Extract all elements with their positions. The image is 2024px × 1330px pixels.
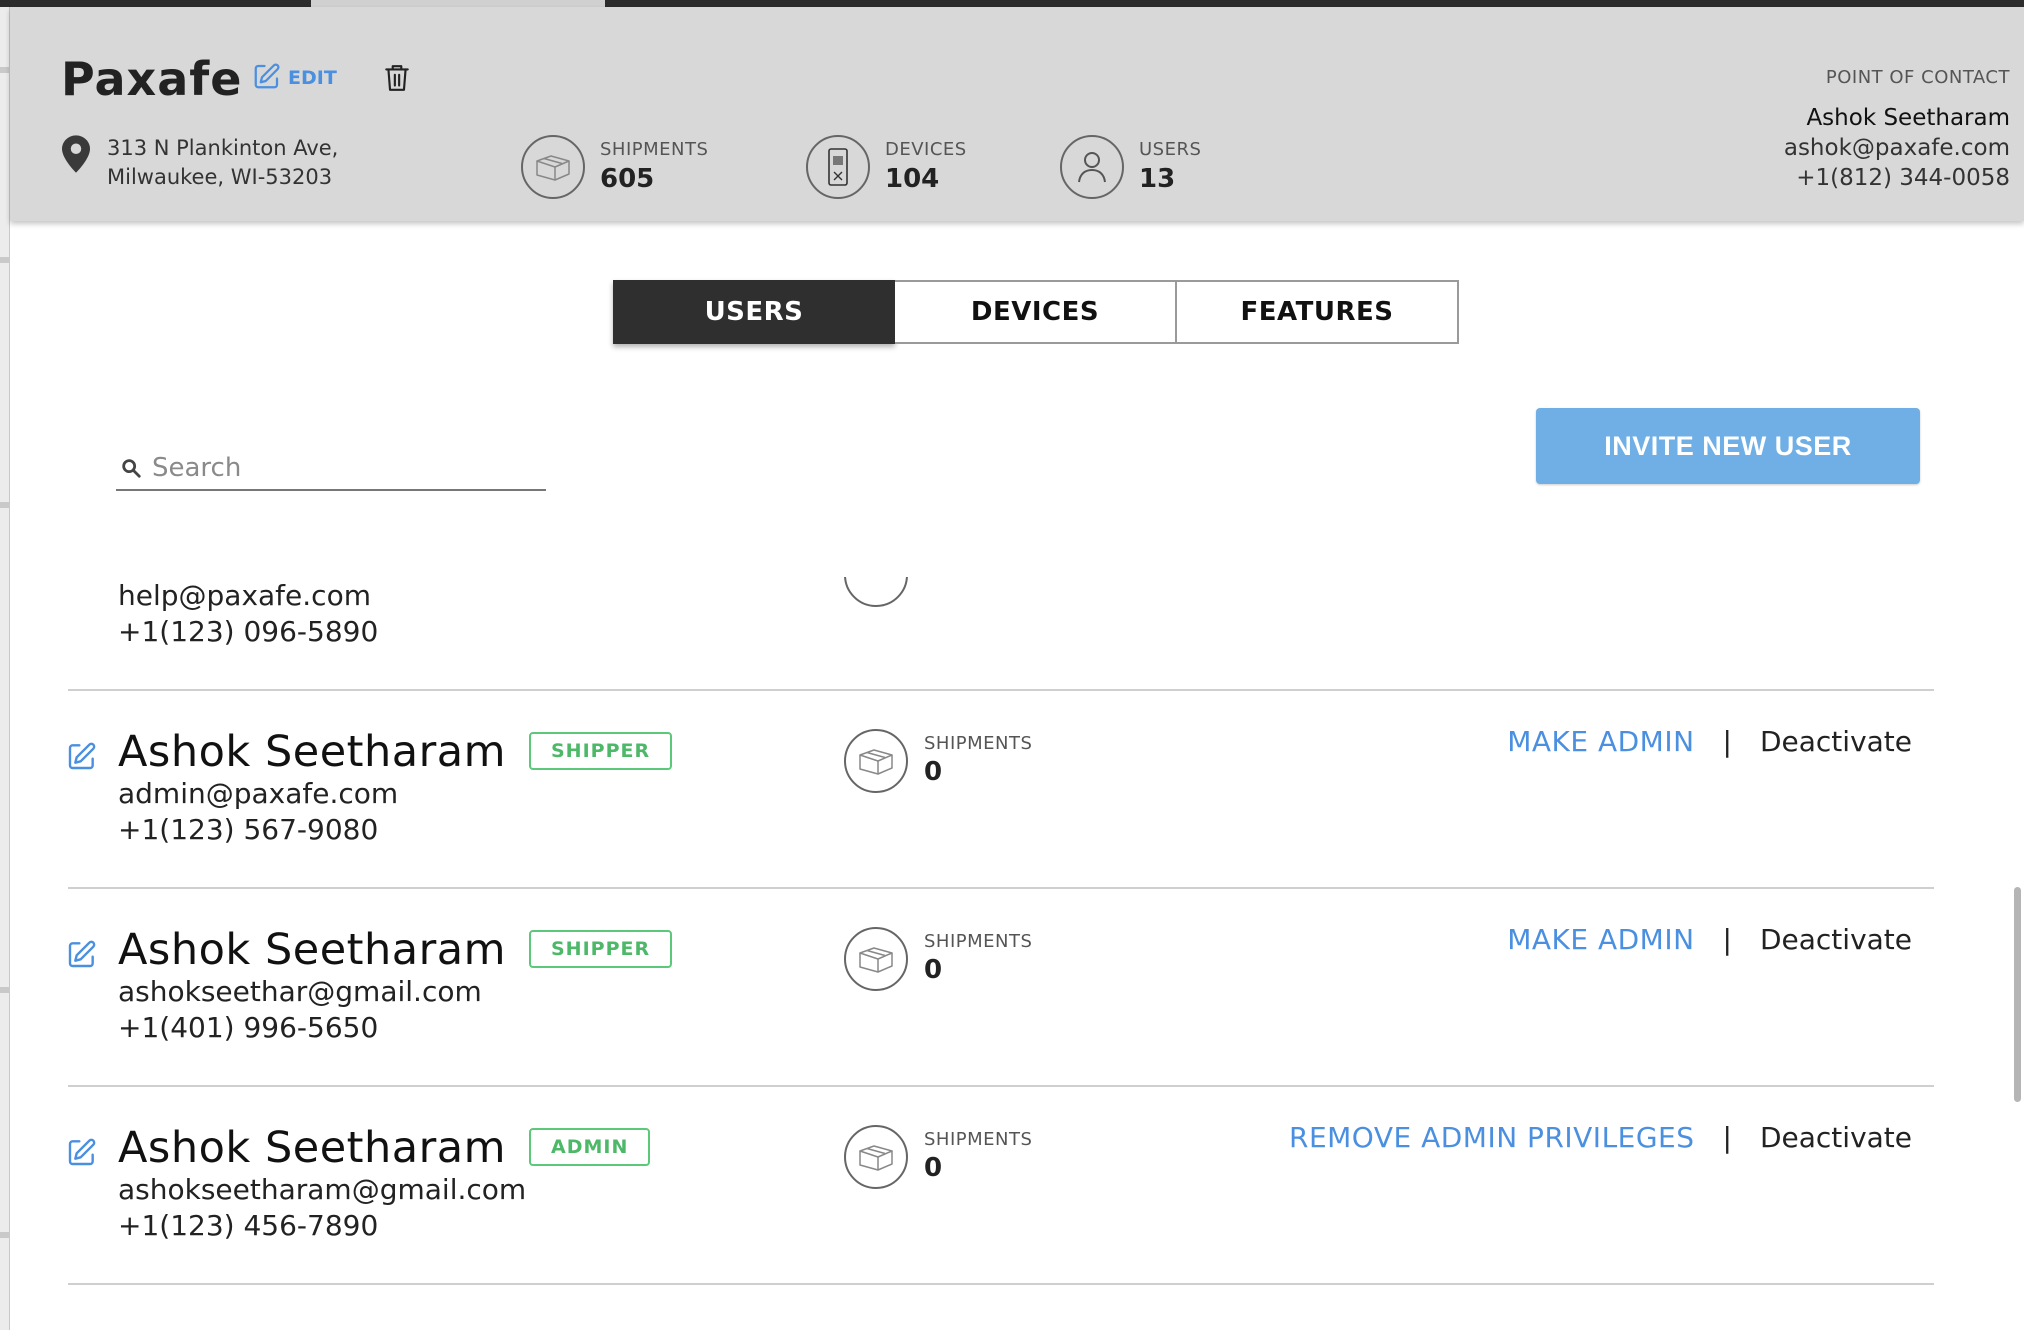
poc-phone: +1(812) 344-0058 xyxy=(1796,165,2010,191)
action-separator: | xyxy=(1722,1121,1732,1154)
edit-user-button[interactable] xyxy=(66,740,98,776)
user-phone: +1(123) 456-7890 xyxy=(118,1209,379,1242)
user-email: admin@paxafe.com xyxy=(118,777,399,810)
device-icon xyxy=(806,135,870,199)
tab-features[interactable]: FEATURES xyxy=(1177,280,1459,344)
user-actions: MAKE ADMIN | Deactivate xyxy=(1507,725,1912,758)
edge-tick xyxy=(0,987,10,993)
poc-name: Ashok Seetharam xyxy=(1806,105,2010,131)
search-input[interactable] xyxy=(152,453,532,483)
user-icon xyxy=(1060,135,1124,199)
stat-shipments: SHIPMENTS 605 xyxy=(521,135,708,199)
delete-organization-button[interactable] xyxy=(384,63,410,97)
user-phone: +1(123) 096-5890 xyxy=(118,615,379,648)
remove-admin-privileges-link[interactable]: REMOVE ADMIN PRIVILEGES xyxy=(1289,1121,1695,1154)
role-badge: ADMIN xyxy=(529,1128,651,1166)
row-divider xyxy=(68,689,1934,691)
deactivate-link[interactable]: Deactivate xyxy=(1760,725,1912,758)
user-phone: +1(123) 567-9080 xyxy=(118,813,379,846)
user-email: help@paxafe.com xyxy=(118,579,371,612)
user-email: ashokseetharam@gmail.com xyxy=(118,1173,527,1206)
edge-tick xyxy=(0,1232,10,1238)
list-item: help@paxafe.com +1(123) 096-5890 xyxy=(10,527,2024,690)
stat-label: SHIPMENTS xyxy=(600,139,709,160)
edit-user-button[interactable] xyxy=(66,1136,98,1172)
role-badge: SHIPPER xyxy=(529,732,673,770)
list-clip xyxy=(830,527,950,577)
package-icon xyxy=(844,729,908,793)
shipments-label: SHIPMENTS xyxy=(924,733,1033,754)
list-scrollbar[interactable] xyxy=(2014,887,2021,1102)
stat-value: 605 xyxy=(600,164,655,194)
shipments-count: 0 xyxy=(924,757,943,787)
user-actions: REMOVE ADMIN PRIVILEGES | Deactivate xyxy=(1289,1121,1912,1154)
action-separator: | xyxy=(1722,923,1732,956)
row-divider xyxy=(68,1283,1934,1285)
tab-devices[interactable]: DEVICES xyxy=(895,280,1177,344)
organization-address: 313 N Plankinton Ave, Milwaukee, WI-5320… xyxy=(107,134,338,192)
address-line-2: Milwaukee, WI-53203 xyxy=(107,165,333,189)
search-field xyxy=(116,447,546,491)
list-item: Ashok Seetharam SHIPPER ashokseethar@gma… xyxy=(10,887,2024,1086)
poc-title: POINT OF CONTACT xyxy=(1825,67,2010,88)
shipments-count: 0 xyxy=(924,1153,943,1183)
search-icon xyxy=(122,459,141,478)
row-divider xyxy=(68,1085,1934,1087)
browser-top-strip xyxy=(0,0,2024,7)
edge-tick xyxy=(0,502,10,508)
invite-new-user-button[interactable]: INVITE NEW USER xyxy=(1536,408,1920,484)
deactivate-link[interactable]: Deactivate xyxy=(1760,923,1912,956)
shipments-label: SHIPMENTS xyxy=(924,931,1033,952)
user-phone: +1(401) 996-5650 xyxy=(118,1011,379,1044)
left-window-edge xyxy=(0,7,10,1330)
action-separator: | xyxy=(1722,725,1732,758)
edit-icon xyxy=(68,940,96,968)
row-divider xyxy=(68,887,1934,889)
stat-label: USERS xyxy=(1139,139,1202,160)
tab-users[interactable]: USERS xyxy=(613,280,895,344)
shipments-label: SHIPMENTS xyxy=(924,1129,1033,1150)
user-name: Ashok Seetharam xyxy=(118,727,507,777)
edge-tick xyxy=(0,67,10,73)
package-icon xyxy=(521,135,585,199)
shipments-count: 0 xyxy=(924,955,943,985)
organization-detail-window: Paxafe EDIT 313 N Plankinton Ave, Milwau… xyxy=(10,7,2024,1330)
edit-label: EDIT xyxy=(288,67,337,89)
stat-value: 104 xyxy=(885,164,940,194)
make-admin-link[interactable]: MAKE ADMIN xyxy=(1507,725,1694,758)
browser-tab-highlight xyxy=(311,0,605,7)
package-icon xyxy=(844,927,908,991)
user-name: Ashok Seetharam xyxy=(118,1123,507,1173)
edit-icon xyxy=(68,742,96,770)
section-tabs: USERS DEVICES FEATURES xyxy=(613,280,1459,344)
edge-tick xyxy=(0,257,10,263)
address-line-1: 313 N Plankinton Ave, xyxy=(107,136,339,160)
edit-icon xyxy=(68,1138,96,1166)
list-item: Ashok Seetharam ADMIN ashokseetharam@gma… xyxy=(10,1085,2024,1284)
trash-icon xyxy=(385,65,409,91)
edit-user-button[interactable] xyxy=(66,938,98,974)
role-badge: SHIPPER xyxy=(529,930,673,968)
point-of-contact: POINT OF CONTACT Ashok Seetharam ashok@p… xyxy=(1610,67,2010,191)
deactivate-link[interactable]: Deactivate xyxy=(1760,1121,1912,1154)
user-name: Ashok Seetharam xyxy=(118,925,507,975)
list-item: Ashok Seetharam SHIPPER admin@paxafe.com… xyxy=(10,689,2024,888)
organization-name: Paxafe xyxy=(61,52,243,106)
stat-devices: DEVICES 104 xyxy=(806,135,967,199)
stat-users: USERS 13 xyxy=(1060,135,1201,199)
stat-label: DEVICES xyxy=(885,139,967,160)
organization-header: Paxafe EDIT 313 N Plankinton Ave, Milwau… xyxy=(10,7,2024,221)
user-actions: MAKE ADMIN | Deactivate xyxy=(1507,923,1912,956)
make-admin-link[interactable]: MAKE ADMIN xyxy=(1507,923,1694,956)
location-pin-icon xyxy=(62,135,90,177)
user-email: ashokseethar@gmail.com xyxy=(118,975,482,1008)
package-icon xyxy=(844,1125,908,1189)
user-list: help@paxafe.com +1(123) 096-5890 Ashok S… xyxy=(10,527,2024,1330)
poc-email: ashok@paxafe.com xyxy=(1783,135,2010,161)
edit-organization-button[interactable]: EDIT xyxy=(252,61,337,91)
edit-icon xyxy=(254,63,280,89)
stat-value: 13 xyxy=(1139,164,1176,194)
